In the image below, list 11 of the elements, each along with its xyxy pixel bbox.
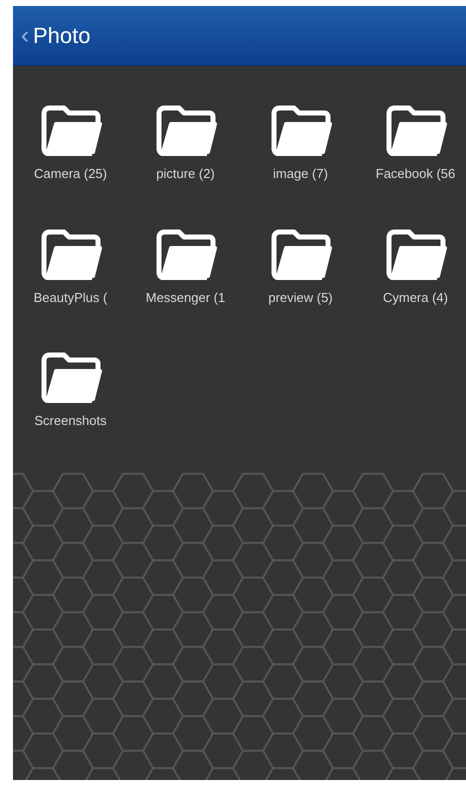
folder-label[interactable]: Camera (25) <box>34 164 107 184</box>
folder-label[interactable]: Facebook (56 <box>376 164 456 184</box>
screen-title: Photo <box>33 22 90 50</box>
folder-label[interactable]: preview (5) <box>268 288 333 307</box>
back-icon[interactable]: ‹ <box>21 24 29 48</box>
folder-label[interactable]: Screenshots <box>34 411 107 430</box>
folder-label[interactable]: BeautyPlus ( <box>34 288 108 307</box>
folder-label[interactable]: Cymera (4) <box>382 288 448 307</box>
folder-label[interactable]: picture (2) <box>156 164 215 184</box>
folder-label[interactable]: Messenger (1 <box>146 288 226 307</box>
folder-label[interactable]: image (7) <box>273 164 328 184</box>
